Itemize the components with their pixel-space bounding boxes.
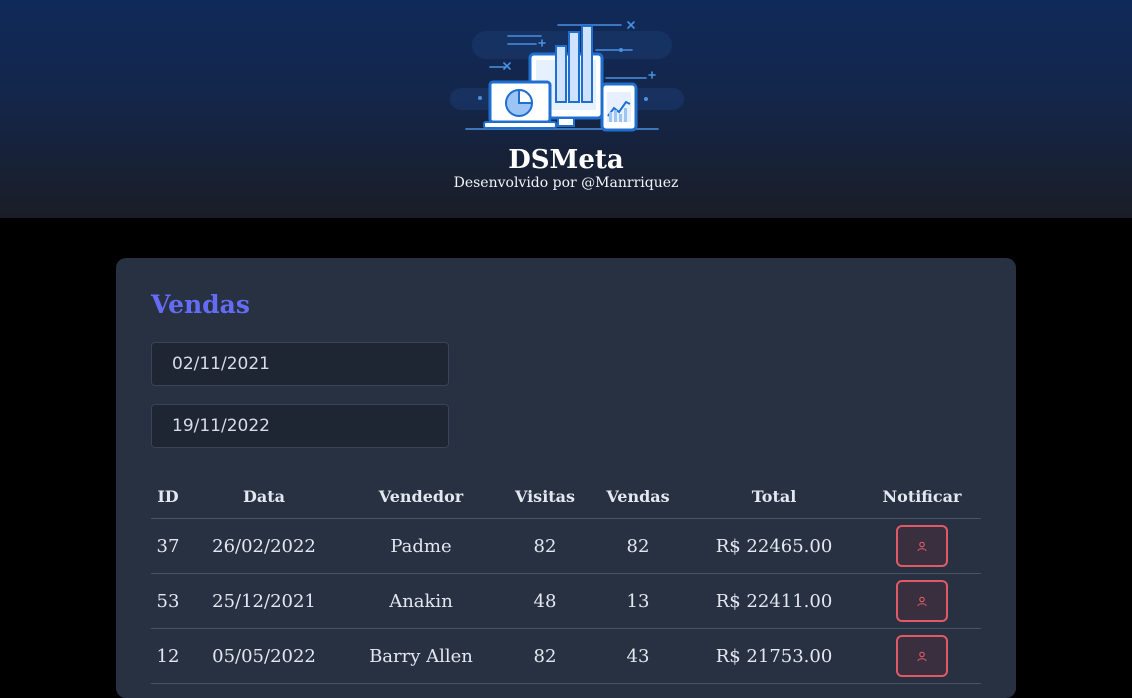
header: DSMeta Desenvolvido por @Manrriquez bbox=[0, 0, 1132, 218]
notify-button[interactable] bbox=[896, 635, 948, 677]
cell-deals: 43 bbox=[591, 628, 685, 684]
cell-id: 53 bbox=[151, 573, 185, 629]
cell-visits: 82 bbox=[499, 628, 591, 684]
table-row: 12 05/05/2022 Barry Allen 82 43 R$ 21753… bbox=[151, 628, 981, 684]
cell-seller: Anakin bbox=[343, 573, 499, 629]
notify-button[interactable] bbox=[896, 525, 948, 567]
cell-visits: 48 bbox=[499, 573, 591, 629]
column-header-date: Data bbox=[185, 474, 343, 519]
cell-seller: Padme bbox=[343, 518, 499, 574]
cell-deals: 82 bbox=[591, 518, 685, 574]
cell-total: R$ 22411.00 bbox=[685, 573, 863, 629]
min-date-input[interactable] bbox=[151, 342, 449, 386]
table-header-row: ID Data Vendedor Visitas Vendas Total No… bbox=[151, 474, 981, 519]
sales-table: ID Data Vendedor Visitas Vendas Total No… bbox=[151, 474, 981, 684]
cell-date: 26/02/2022 bbox=[185, 518, 343, 574]
cell-date: 05/05/2022 bbox=[185, 628, 343, 684]
sales-title: Vendas bbox=[151, 290, 250, 319]
column-header-seller: Vendedor bbox=[343, 474, 499, 519]
cell-notify bbox=[863, 573, 981, 629]
cell-id: 37 bbox=[151, 518, 185, 574]
notification-icon bbox=[917, 651, 927, 662]
max-date-input[interactable] bbox=[151, 404, 449, 448]
column-header-deals: Vendas bbox=[591, 474, 685, 519]
cell-notify bbox=[863, 628, 981, 684]
cell-date: 25/12/2021 bbox=[185, 573, 343, 629]
notify-button[interactable] bbox=[896, 580, 948, 622]
table-row: 53 25/12/2021 Anakin 48 13 R$ 22411.00 bbox=[151, 573, 981, 629]
cell-id: 12 bbox=[151, 628, 185, 684]
cell-deals: 13 bbox=[591, 573, 685, 629]
notification-icon bbox=[917, 541, 927, 552]
notification-icon bbox=[917, 596, 927, 607]
dashboard-illustration-icon bbox=[450, 21, 684, 132]
app-title: DSMeta bbox=[508, 145, 624, 175]
cell-seller: Barry Allen bbox=[343, 628, 499, 684]
cell-total: R$ 22465.00 bbox=[685, 518, 863, 574]
column-header-id: ID bbox=[151, 474, 185, 519]
app-subtitle: Desenvolvido por @Manrriquez bbox=[453, 175, 679, 191]
cell-visits: 82 bbox=[499, 518, 591, 574]
sales-card: Vendas ID Data Vendedor Visitas Vendas T… bbox=[116, 258, 1016, 698]
column-header-total: Total bbox=[685, 474, 863, 519]
cell-notify bbox=[863, 518, 981, 574]
column-header-visits: Visitas bbox=[499, 474, 591, 519]
table-row: 37 26/02/2022 Padme 82 82 R$ 22465.00 bbox=[151, 518, 981, 574]
cell-total: R$ 21753.00 bbox=[685, 628, 863, 684]
column-header-notify: Notificar bbox=[863, 474, 981, 519]
